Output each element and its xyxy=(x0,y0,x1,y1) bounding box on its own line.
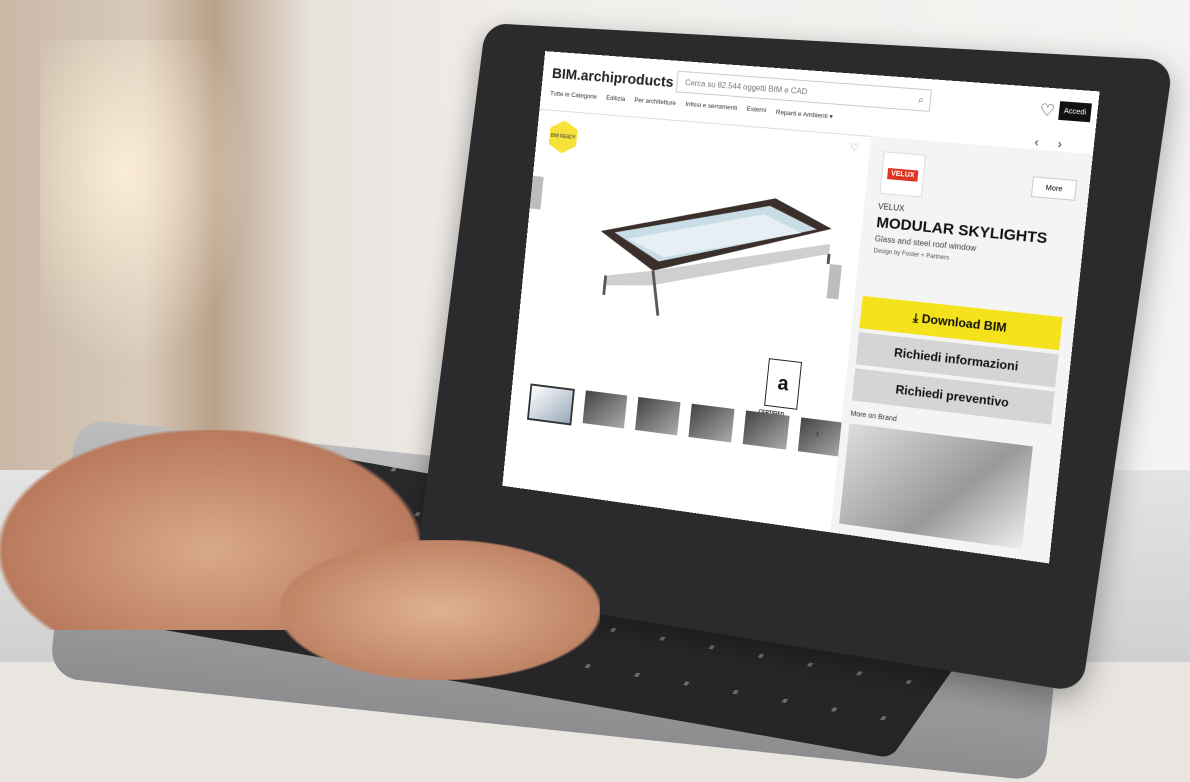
favorites-heart-icon[interactable]: ♡ xyxy=(1039,100,1056,122)
nav-item[interactable]: Tutte le Categorie xyxy=(550,90,598,101)
brand-preview-image[interactable] xyxy=(839,423,1033,550)
thumbnail[interactable] xyxy=(582,390,628,429)
search-icon[interactable]: ⌕ xyxy=(917,95,924,107)
nav-item[interactable]: Infissi e serramenti xyxy=(685,101,738,113)
thumbnail[interactable] xyxy=(635,396,681,436)
download-label: Download BIM xyxy=(921,311,1008,335)
login-button[interactable]: Accedi xyxy=(1058,101,1092,123)
nav-item[interactable]: Per architetture xyxy=(634,97,676,108)
search-placeholder: Cerca su 82.544 oggetti BIM e CAD xyxy=(684,78,808,97)
brand-logo-text: VELUX xyxy=(887,167,919,182)
site-logo[interactable]: BIM.archiproducts xyxy=(551,65,674,91)
nav-item[interactable]: Esterni xyxy=(746,106,766,115)
bim-grade-letter: a xyxy=(776,372,790,396)
thumbnail[interactable] xyxy=(688,403,735,443)
window-light xyxy=(40,40,250,370)
laptop-screen: BIM.archiproducts Cerca su 82.544 oggett… xyxy=(502,51,1100,564)
nav-item[interactable]: Edilizia xyxy=(606,95,626,104)
designer-credit: Design by Foster + Partners xyxy=(873,248,950,262)
more-button[interactable]: More xyxy=(1030,176,1078,201)
thumbnail[interactable] xyxy=(526,383,575,426)
nav-item[interactable]: Reparti e Ambienti ▾ xyxy=(775,108,833,121)
more-on-brand-heading: More on Brand xyxy=(850,410,898,424)
brand-name[interactable]: VELUX xyxy=(878,202,905,214)
bim-ready-badge: BIM READY xyxy=(548,119,578,154)
gallery-prev-handle[interactable] xyxy=(529,175,544,210)
gallery-heart-icon[interactable]: ♡ xyxy=(849,142,859,154)
bim-a-certified-badge: a CERTIFIED xyxy=(758,358,803,418)
skylight-product-image xyxy=(597,182,846,345)
product-panel: VELUX More VELUX MODULAR SKYLIGHTS Glass… xyxy=(830,135,1093,564)
right-hand xyxy=(280,540,600,680)
more-label: More xyxy=(1045,184,1063,193)
thumbnail[interactable] xyxy=(742,410,790,450)
brand-logo[interactable]: VELUX xyxy=(879,151,927,198)
